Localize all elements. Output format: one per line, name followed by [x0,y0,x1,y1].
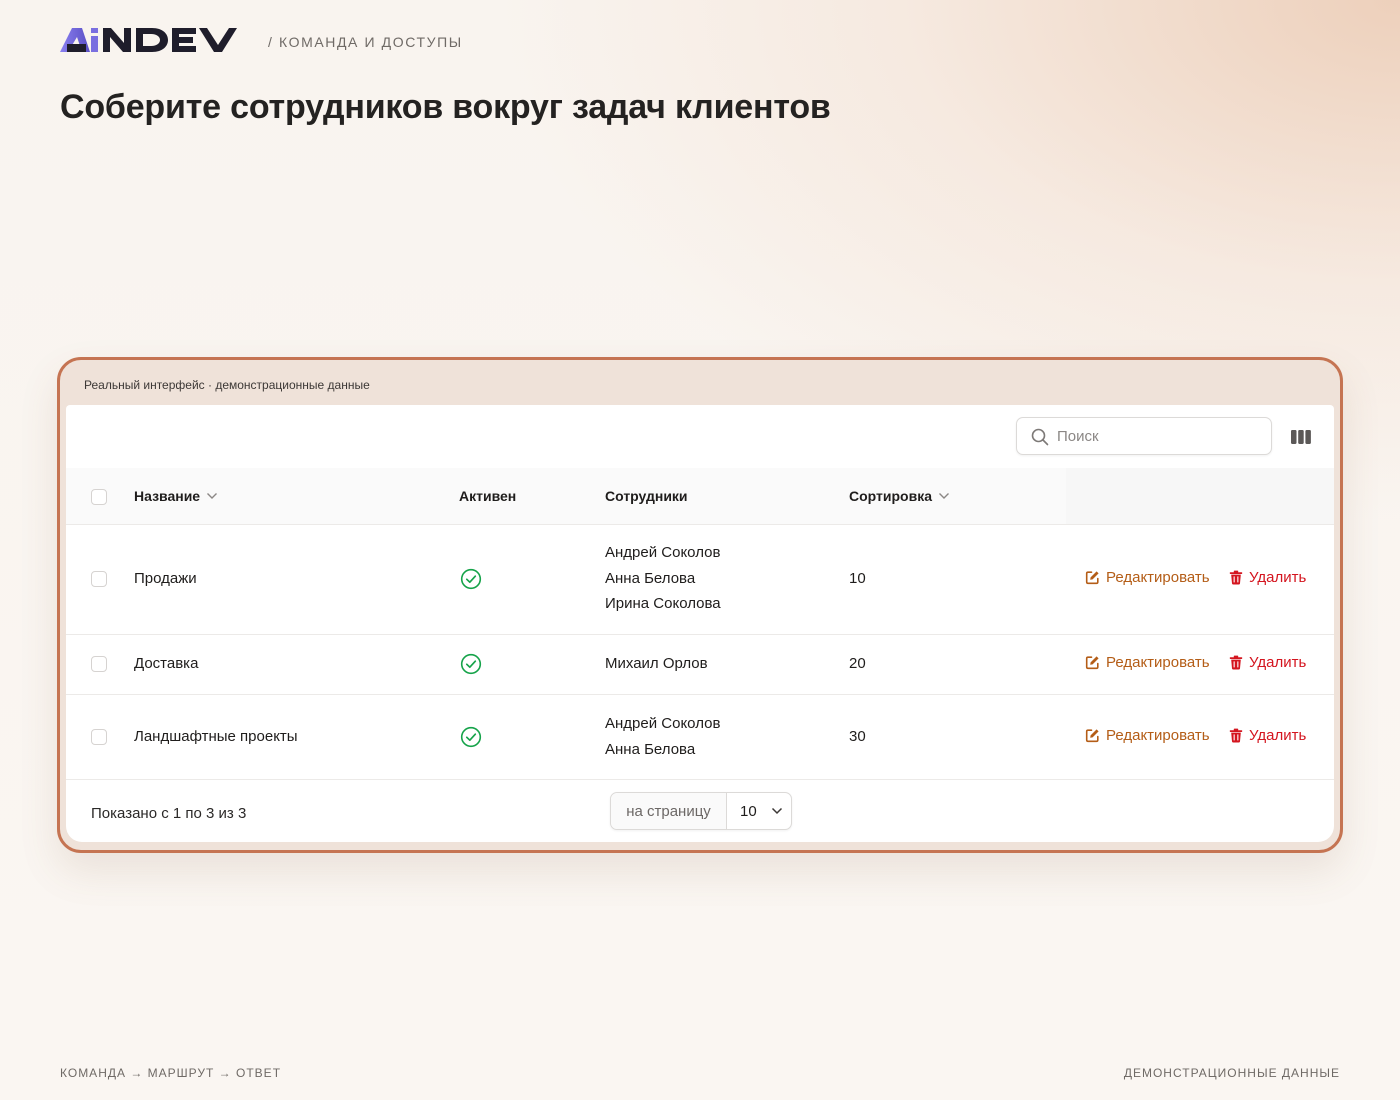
pagination-summary: Показано с 1 по 3 из 3 [91,805,247,822]
member-name: Анна Белова [605,569,696,587]
table-row: Продажи Андрей Соколов Анна Белова Ирина… [66,524,1334,635]
member-name: Андрей Соколов [605,715,721,732]
table-row: Доставка Михаил Орлов 20 Редактировать У… [66,634,1334,695]
team-members: Андрей Соколов Анна Белова [605,711,720,762]
edit-button[interactable]: Редактировать [1085,727,1210,744]
delete-label: Удалить [1249,654,1307,671]
table-footer: Показано с 1 по 3 из 3 на страницу 10 [66,780,1334,842]
delete-label: Удалить [1249,727,1307,744]
column-header-sort[interactable]: Сортировка [849,488,950,504]
sort-value: 10 [849,570,866,587]
member-name: Михаил Орлов [605,655,708,672]
delete-button[interactable]: Удалить [1229,727,1306,744]
team-members: Андрей Соколов Анна Белова Ирина Соколов… [605,540,721,617]
breadcrumb: / КОМАНДА И ДОСТУПЫ [268,34,463,50]
edit-icon [1085,571,1099,585]
table-toolbar [66,405,1334,469]
team-name: Ландшафтные проекты [134,728,298,745]
per-page-label: на страницу [611,793,727,829]
edit-label: Редактировать [1106,654,1210,671]
row-checkbox[interactable] [91,656,107,672]
check-circle-icon [460,653,482,675]
demo-frame: Реальный интерфейс · демонстрационные да… [57,357,1343,853]
edit-button[interactable]: Редактировать [1085,654,1210,671]
chevron-down-icon[interactable] [938,492,950,500]
per-page-control: на страницу 10 [610,792,792,830]
table-header: Название Активен Сотрудники Сортировка [66,468,1334,525]
member-name: Ирина Соколова [605,595,721,612]
trash-icon [1229,728,1243,743]
team-members: Михаил Орлов [605,651,708,677]
edit-icon [1085,656,1099,670]
delete-label: Удалить [1249,569,1307,586]
demo-caption: Реальный интерфейс · демонстрационные да… [84,378,370,392]
column-header-members-label: Сотрудники [605,488,688,504]
column-header-members: Сотрудники [605,488,688,504]
sort-value: 20 [849,655,866,672]
check-circle-icon [460,726,482,748]
search-box[interactable] [1016,417,1272,455]
aindev-logo [60,28,237,52]
trash-icon [1229,655,1243,670]
edit-label: Редактировать [1106,727,1210,744]
sort-value: 30 [849,728,866,745]
column-header-name-label: Название [134,488,201,504]
column-header-active: Активен [459,488,516,504]
chevron-down-icon[interactable] [206,492,218,500]
page-title: Соберите сотрудников вокруг задач клиент… [60,88,831,126]
team-name: Продажи [134,570,197,587]
column-header-active-label: Активен [459,488,517,504]
edit-label: Редактировать [1106,569,1210,586]
delete-button[interactable]: Удалить [1229,569,1306,586]
team-name: Доставка [134,655,199,672]
per-page-value: 10 [740,802,757,820]
trash-icon [1229,570,1243,585]
delete-button[interactable]: Удалить [1229,654,1306,671]
member-name: Андрей Соколов [605,544,721,561]
column-header-sort-label: Сортировка [849,488,932,504]
member-name: Анна Белова [605,740,696,758]
footer-flow-label: КОМАНДА → МАРШРУТ → ОТВЕТ [60,1066,282,1080]
select-all-checkbox[interactable] [91,489,107,505]
row-checkbox[interactable] [91,571,107,587]
edit-button[interactable]: Редактировать [1085,569,1210,586]
column-header-name[interactable]: Название [134,488,218,504]
row-checkbox[interactable] [91,729,107,745]
edit-icon [1085,729,1099,743]
teams-table-panel: Название Активен Сотрудники Сортировка П [66,405,1334,842]
columns-icon[interactable] [1290,428,1312,446]
search-input[interactable] [1057,426,1257,446]
chevron-down-icon [771,807,782,815]
search-icon [1031,428,1049,446]
check-circle-icon [460,568,482,590]
header-actions-cell [1066,468,1334,524]
per-page-select[interactable]: 10 [727,793,791,829]
table-row: Ландшафтные проекты Андрей Соколов Анна … [66,694,1334,780]
footer-demo-label: ДЕМОНСТРАЦИОННЫЕ ДАННЫЕ [1123,1066,1340,1080]
